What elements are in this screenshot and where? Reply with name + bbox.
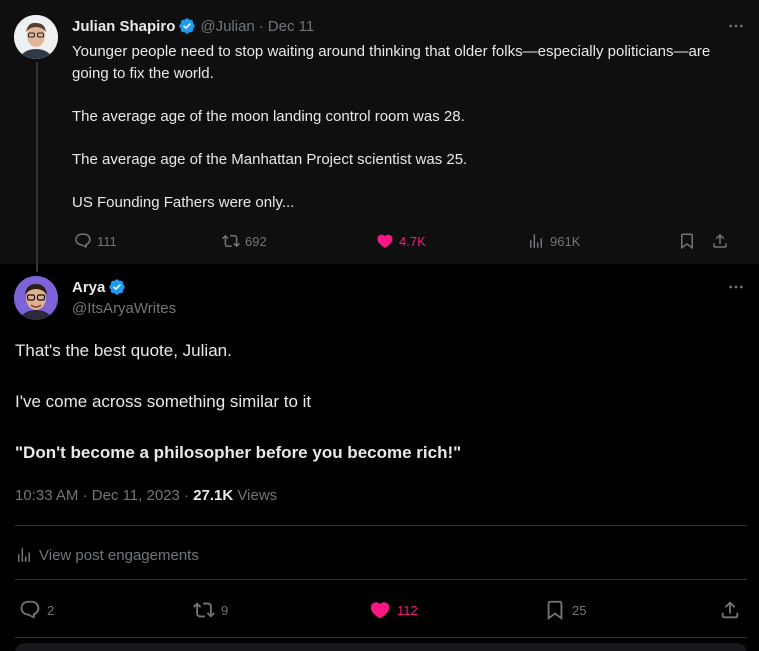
reply-button[interactable]: 2 <box>19 599 54 621</box>
reply-icon <box>75 233 91 248</box>
divider <box>15 579 747 580</box>
repost-icon <box>222 234 240 248</box>
like-icon <box>377 234 393 248</box>
more-icon[interactable] <box>726 277 746 297</box>
bookmark-icon <box>547 600 563 621</box>
parent-text-line: The average age of the Manhattan Project… <box>72 151 468 168</box>
reply-author-handle[interactable]: @ItsAryaWrites <box>72 300 176 317</box>
share-icon <box>721 601 739 619</box>
reply-author-name[interactable]: Arya <box>72 279 105 296</box>
analytics-icon <box>18 548 30 562</box>
parent-text-line: The average age of the moon landing cont… <box>72 108 465 125</box>
reply-composer-edge[interactable] <box>15 643 747 651</box>
repost-count: 9 <box>221 602 229 618</box>
share-button[interactable] <box>711 230 729 252</box>
reply-time[interactable]: 10:33 AM <box>15 487 78 504</box>
share-icon <box>713 233 727 248</box>
reply-views-count: 27.1K <box>193 487 234 504</box>
reply-count: 2 <box>47 602 55 618</box>
like-icon <box>370 602 390 619</box>
reply-text-line: That's the best quote, Julian. <box>15 341 232 360</box>
view-engagements-label: View post engagements <box>39 546 199 564</box>
reply-icon <box>20 600 40 619</box>
parent-tweet-header: Julian Shapiro @Julian · Dec 11 <box>72 16 314 36</box>
views-icon <box>530 234 542 248</box>
parent-tweet-date[interactable]: Dec 11 <box>268 18 314 35</box>
view-engagements-link[interactable]: View post engagements <box>15 545 199 565</box>
share-button[interactable] <box>719 599 741 621</box>
views-button[interactable]: 961K <box>527 230 580 252</box>
reply-button[interactable]: 111 <box>74 230 117 252</box>
bookmark-button[interactable]: 25 <box>544 599 586 621</box>
parent-text-line: Younger people need to stop waiting arou… <box>72 43 711 82</box>
repost-icon <box>193 602 215 618</box>
repost-count: 692 <box>245 233 267 249</box>
reply-views-label: Views <box>237 487 278 504</box>
parent-tweet[interactable]: Julian Shapiro @Julian · Dec 11 Younger … <box>0 0 759 272</box>
reply-quote-line: "Don't become a philosopher before you b… <box>15 443 462 462</box>
reply-author-avatar[interactable] <box>14 276 58 320</box>
reply-date[interactable]: Dec 11, 2023 <box>92 487 180 504</box>
parent-author-avatar[interactable] <box>14 15 58 59</box>
repost-button[interactable]: 692 <box>222 230 267 252</box>
reply-text-line: I've come across something similar to it <box>15 392 312 411</box>
bookmark-icon <box>681 233 693 250</box>
like-count: 112 <box>397 602 418 618</box>
more-icon[interactable] <box>726 16 746 36</box>
reply-tweet-text: That's the best quote, Julian. I've come… <box>15 338 735 466</box>
like-button[interactable]: 4.7K <box>376 230 426 252</box>
reply-author-row: Arya <box>72 277 126 297</box>
repost-button[interactable]: 9 <box>193 599 228 621</box>
divider <box>15 637 747 638</box>
reply-count: 111 <box>97 233 117 249</box>
like-button[interactable]: 112 <box>369 599 418 621</box>
parent-author-name[interactable]: Julian Shapiro <box>72 18 175 35</box>
parent-action-bar: 111 692 4.7K 961K <box>0 230 759 252</box>
dot-separator: · <box>82 487 88 504</box>
bookmark-count: 25 <box>572 602 587 618</box>
dot-separator: · <box>184 487 190 504</box>
reply-meta: 10:33 AM · Dec 11, 2023 · 27.1K Views <box>15 487 277 504</box>
parent-text-line: US Founding Fathers were only... <box>72 194 295 211</box>
verified-badge-icon[interactable] <box>178 17 196 35</box>
bookmark-button[interactable] <box>678 230 696 252</box>
views-count: 961K <box>550 233 581 249</box>
parent-tweet-text: Younger people need to stop waiting arou… <box>72 41 722 214</box>
verified-badge-icon[interactable] <box>108 278 126 296</box>
dot-separator: · <box>258 17 264 35</box>
like-count: 4.7K <box>399 233 426 249</box>
divider <box>15 525 747 526</box>
parent-author-handle[interactable]: @Julian <box>200 18 254 35</box>
reply-action-bar: 2 9 112 25 <box>0 597 759 623</box>
